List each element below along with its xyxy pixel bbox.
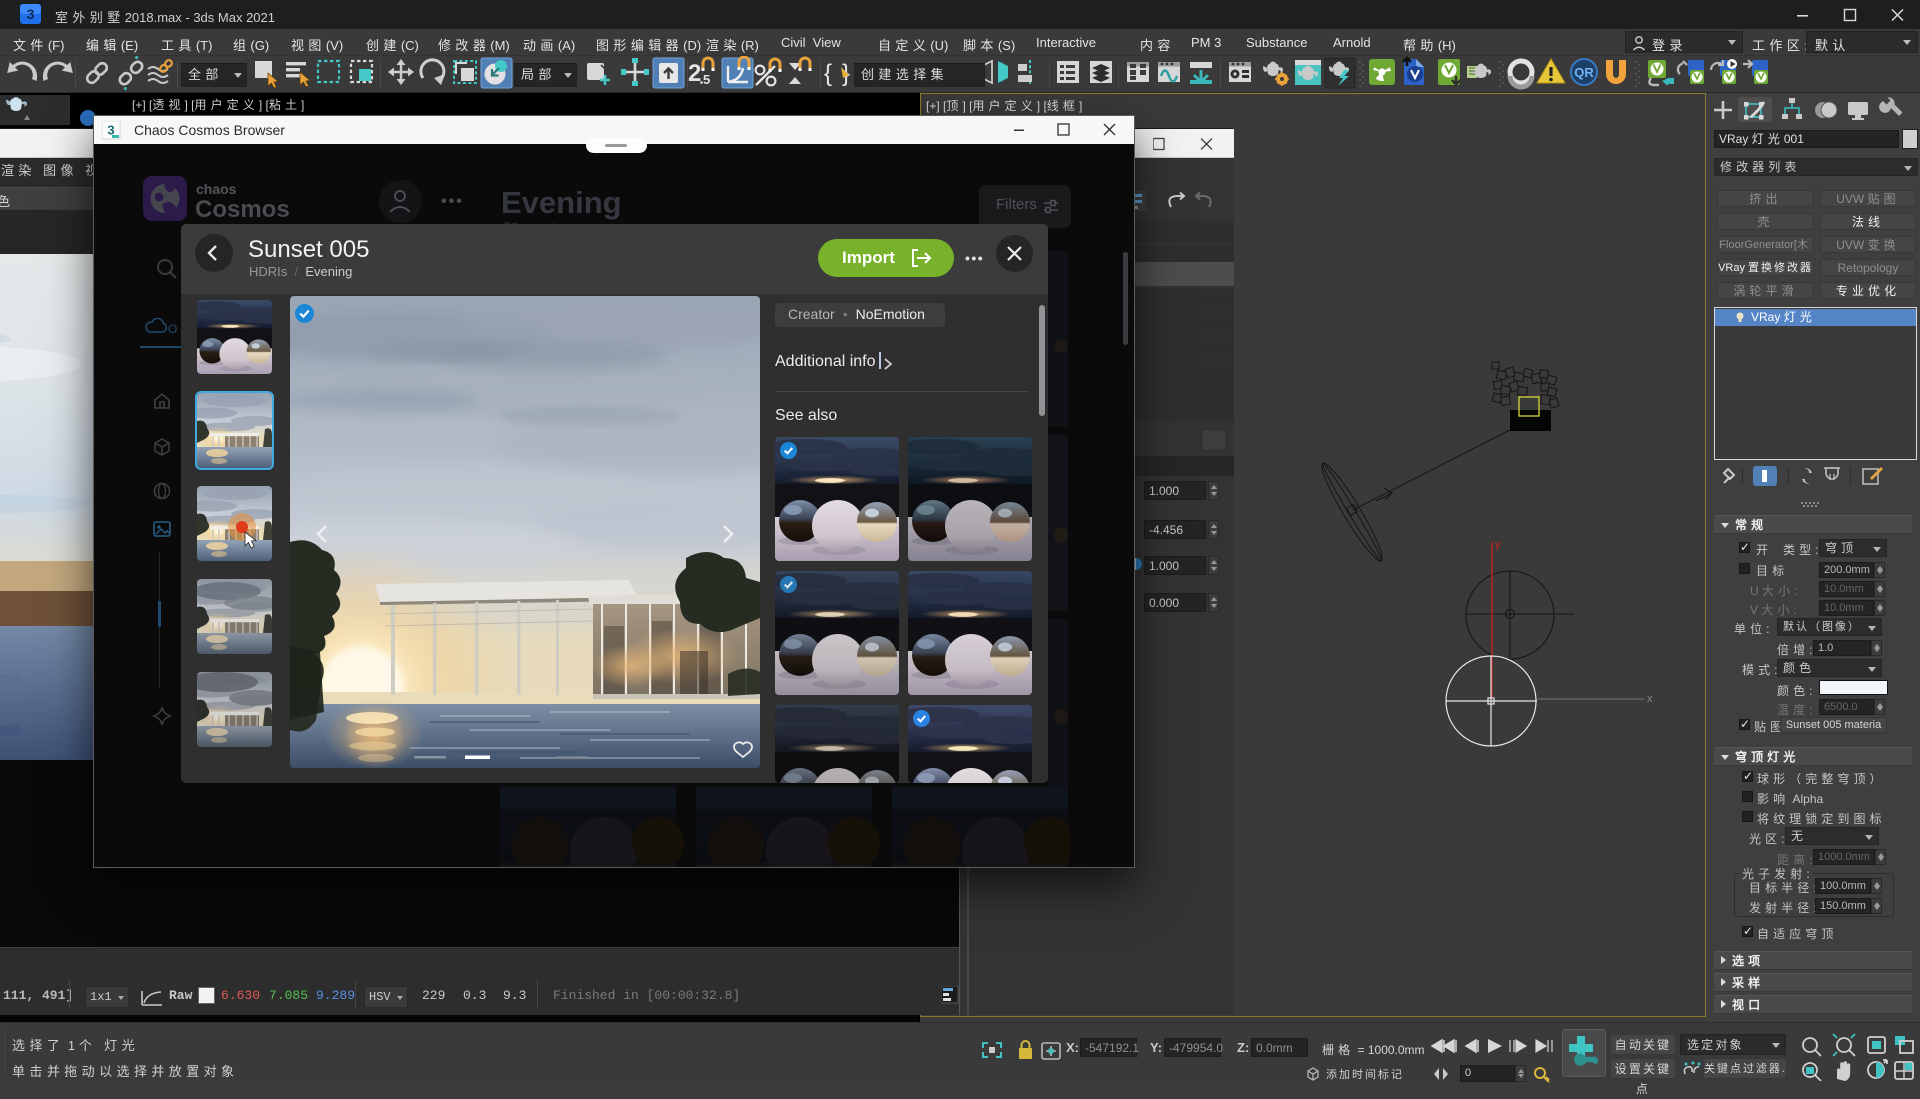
svg-text:{: { [824,60,832,87]
svg-text:y: y [1495,539,1501,551]
svg-text:QR: QR [1574,65,1594,80]
svg-text:3: 3 [27,6,35,22]
svg-text:5: 5 [703,72,710,87]
svg-text:x: x [1647,693,1653,705]
svg-text:2: 2 [688,60,701,87]
svg-text:添加时间标记: 添加时间标记 [1326,1067,1404,1081]
svg-text:O: O [168,322,177,336]
